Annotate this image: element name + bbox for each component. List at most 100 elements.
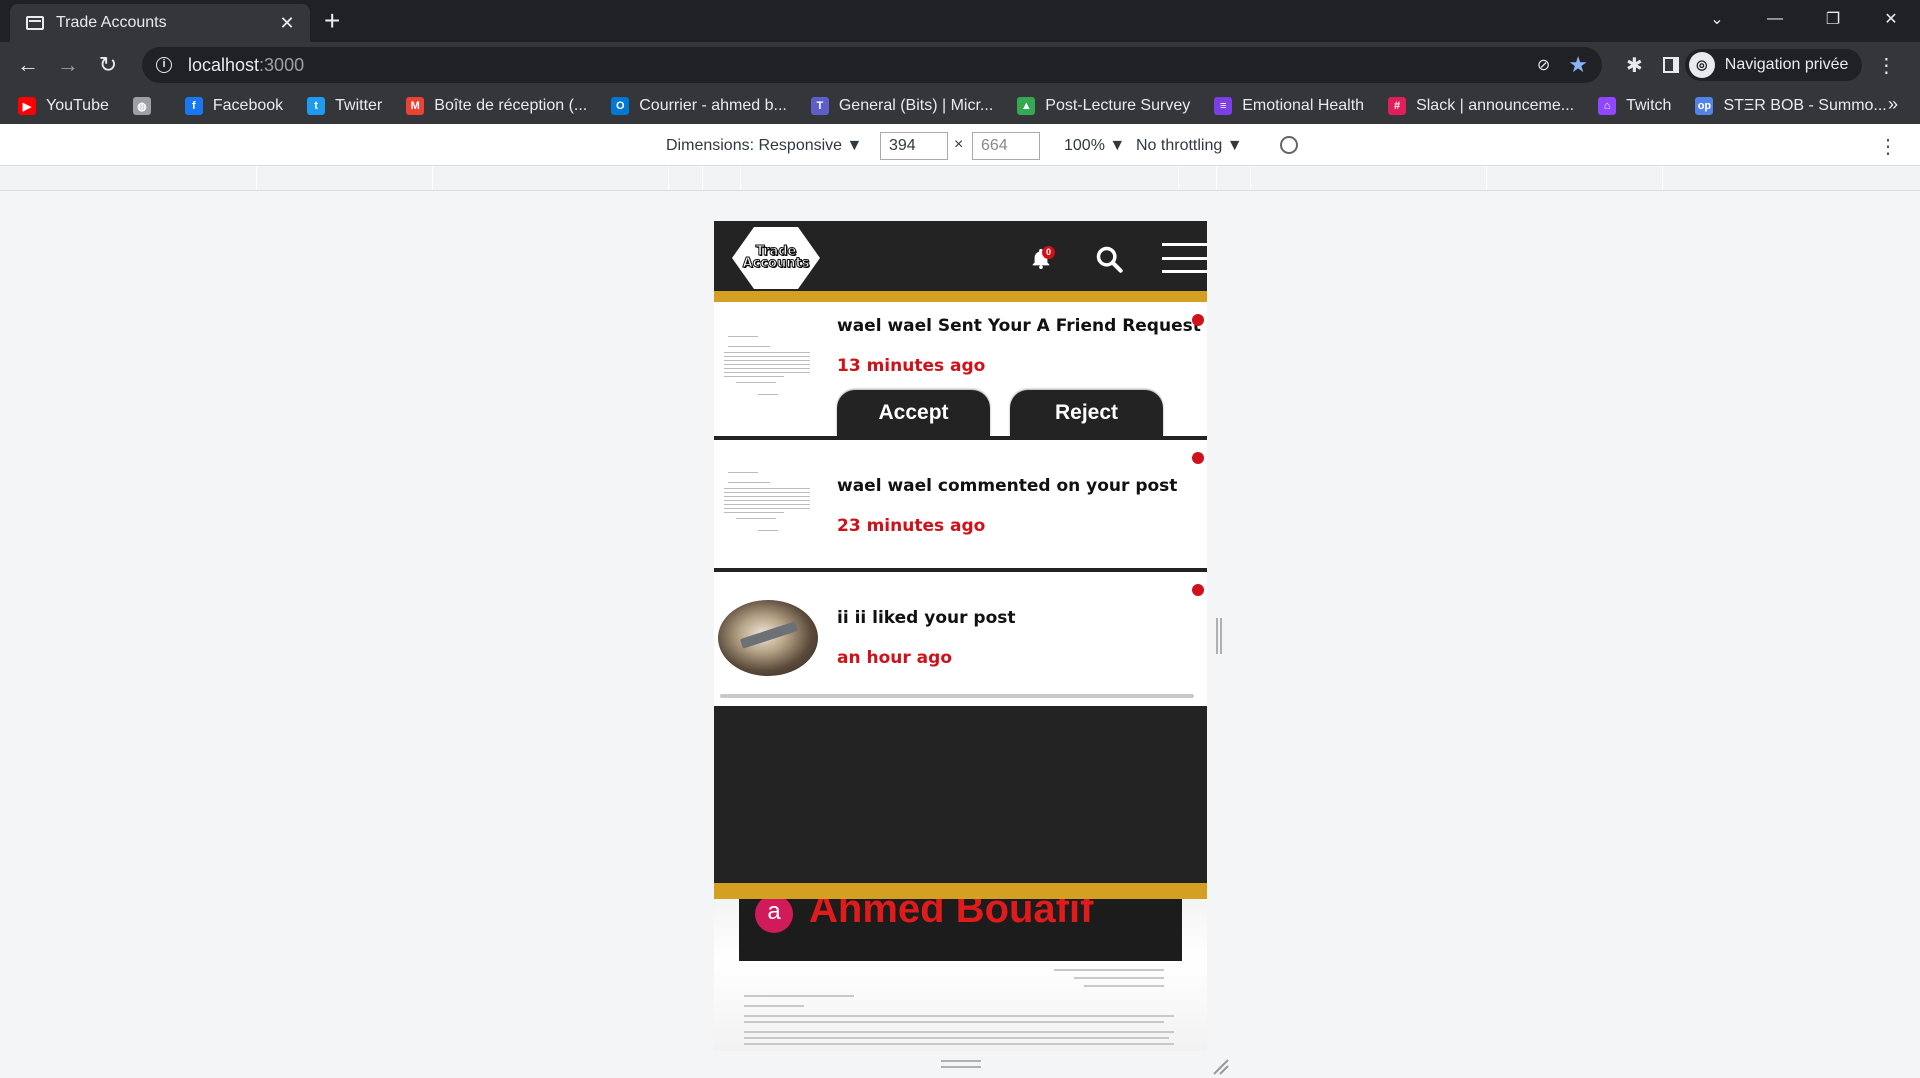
- rotate-icon[interactable]: [1276, 132, 1302, 158]
- bookmark-label: Post-Lecture Survey: [1045, 97, 1191, 114]
- bookmark-label: Boîte de réception (...: [434, 97, 588, 114]
- extensions-icon[interactable]: ✱: [1626, 53, 1643, 78]
- bookmark-label: Twitter: [335, 97, 383, 114]
- bookmark-youtube[interactable]: ▶ YouTube: [18, 97, 109, 115]
- bookmarks-bar: ▶ YouTube ◍ f Facebook t Twitter M Boîte de réce…: [0, 88, 1920, 124]
- close-tab-icon[interactable]: ✕: [276, 13, 298, 34]
- tab-title: Trade Accounts: [56, 14, 167, 31]
- bookmark-globe[interactable]: ◍: [132, 97, 161, 115]
- zoom-select[interactable]: 100% ▼: [1064, 137, 1125, 155]
- site-favicon-icon: [26, 16, 44, 30]
- reject-button[interactable]: Reject: [1010, 390, 1163, 436]
- bookmark-slack[interactable]: # Slack | announceme...: [1388, 97, 1574, 115]
- footer-accent-band: [714, 883, 1207, 899]
- search-icon[interactable]: [1095, 245, 1123, 273]
- reload-button[interactable]: ↻: [88, 45, 128, 85]
- logo-text: Trade Accounts: [742, 245, 810, 271]
- bookmark-label: Twitch: [1626, 97, 1672, 114]
- notification-thumbnail: [718, 328, 816, 400]
- url-port: :3000: [259, 54, 305, 75]
- bookmark-label: Emotional Health: [1242, 97, 1365, 114]
- new-tab-button[interactable]: +: [324, 6, 340, 36]
- tab-search-chevron-icon[interactable]: ⌄: [1688, 0, 1746, 38]
- notification-time: 13 minutes ago: [837, 356, 986, 376]
- dimension-separator: ×: [954, 136, 964, 153]
- browser-menu-icon[interactable]: ⋮: [1876, 53, 1896, 78]
- horizontal-scrollbar[interactable]: [720, 694, 1194, 698]
- post-preview-card[interactable]: a Ahmed Bouafif: [714, 899, 1207, 1051]
- unread-dot: [1192, 314, 1204, 326]
- hamburger-menu-icon[interactable]: [1162, 243, 1207, 273]
- logo-line-2: Accounts: [742, 256, 810, 271]
- device-toolbar: Dimensions: Responsive ▼ 394 × 664 100% …: [0, 124, 1920, 166]
- tracking-blocked-icon[interactable]: ⊘: [1537, 55, 1550, 75]
- facebook-icon: f: [184, 97, 203, 115]
- bookmark-outlook[interactable]: O Courrier - ahmed b...: [611, 97, 787, 115]
- viewport-height-input[interactable]: 664: [972, 132, 1040, 160]
- bookmark-twitter[interactable]: t Twitter: [307, 97, 382, 115]
- incognito-badge[interactable]: ◎ Navigation privée: [1684, 49, 1863, 81]
- site-info-icon[interactable]: i: [156, 57, 172, 73]
- slack-icon: #: [1388, 97, 1407, 115]
- site-logo[interactable]: Trade Accounts: [732, 227, 820, 289]
- back-button[interactable]: ←: [8, 45, 48, 85]
- site-header: Trade Accounts 0: [714, 221, 1207, 291]
- teams-icon: T: [810, 97, 829, 115]
- address-bar[interactable]: i localhost:3000 ⊘ ★: [142, 47, 1602, 83]
- viewport-resize-handle-bottom[interactable]: [941, 1060, 981, 1068]
- bookmark-star-icon[interactable]: ★: [1568, 52, 1588, 78]
- notification-message: wael wael Sent Your A Friend Request: [837, 316, 1201, 336]
- browser-toolbar: ← → ↻ i localhost:3000 ⊘ ★ ✱ ◎ Navigatio…: [0, 42, 1920, 88]
- notification-item[interactable]: wael wael commented on your post 23 minu…: [714, 440, 1207, 568]
- incognito-label: Navigation privée: [1724, 56, 1849, 73]
- dimensions-select[interactable]: Dimensions: Responsive ▼: [666, 137, 862, 155]
- forms-icon: ≡: [1214, 97, 1233, 115]
- bookmark-facebook[interactable]: f Facebook: [184, 97, 283, 115]
- throttling-select[interactable]: No throttling ▼: [1136, 137, 1243, 155]
- forward-button[interactable]: →: [48, 45, 88, 85]
- restore-button[interactable]: ❐: [1804, 0, 1862, 38]
- notification-count-badge: 0: [1042, 246, 1055, 259]
- browser-tab[interactable]: Trade Accounts ✕: [10, 4, 310, 42]
- bookmark-label: YouTube: [46, 97, 109, 114]
- window-controls: ⌄ — ❐ ✕: [1688, 0, 1920, 38]
- notification-item[interactable]: wael wael Sent Your A Friend Request 13 …: [714, 302, 1207, 436]
- preview-header: a Ahmed Bouafif: [739, 899, 1182, 961]
- incognito-icon: ◎: [1688, 52, 1715, 78]
- header-accent-band: [714, 291, 1207, 302]
- unread-dot: [1192, 584, 1204, 596]
- bookmark-gmail[interactable]: M Boîte de réception (...: [406, 97, 587, 115]
- minimize-button[interactable]: —: [1746, 0, 1804, 38]
- youtube-icon: ▶: [18, 97, 36, 115]
- opgg-icon: op: [1695, 97, 1714, 115]
- bookmark-twitch[interactable]: ⌂ Twitch: [1598, 97, 1671, 115]
- close-window-button[interactable]: ✕: [1862, 0, 1920, 38]
- bookmark-teams[interactable]: T General (Bits) | Micr...: [810, 97, 994, 115]
- bookmark-forms[interactable]: ≡ Emotional Health: [1214, 97, 1364, 115]
- accept-button[interactable]: Accept: [837, 390, 990, 436]
- notification-time: 23 minutes ago: [837, 516, 986, 536]
- emulated-viewport: Trade Accounts 0 wael wael Sent Your A F…: [714, 221, 1207, 1051]
- outlook-icon: O: [611, 97, 630, 115]
- bookmark-opgg[interactable]: op STΞR BOB - Summo...: [1695, 97, 1887, 115]
- media-query-ruler[interactable]: [0, 167, 1920, 191]
- notification-item[interactable]: ii ii liked your post an hour ago: [714, 572, 1207, 702]
- tab-strip: Trade Accounts ✕ + ⌄ — ❐ ✕: [0, 0, 1920, 42]
- viewport-resize-corner-icon[interactable]: [1210, 1056, 1230, 1076]
- bookmark-label: General (Bits) | Micr...: [838, 97, 994, 114]
- device-menu-icon[interactable]: ⋮: [1878, 134, 1898, 159]
- bookmark-drive[interactable]: ▲ Post-Lecture Survey: [1017, 97, 1190, 115]
- notification-thumbnail: [718, 600, 818, 676]
- viewport-resize-handle-right[interactable]: [1216, 618, 1222, 654]
- twitter-icon: t: [307, 97, 326, 115]
- dark-footer-section: [714, 706, 1207, 886]
- viewport-width-input[interactable]: 394: [880, 132, 948, 160]
- side-panel-icon[interactable]: [1662, 57, 1679, 73]
- notification-thumbnail: [718, 464, 816, 536]
- notification-message: wael wael commented on your post: [837, 476, 1178, 496]
- preview-author-name: Ahmed Bouafif: [809, 899, 1094, 931]
- avatar: a: [755, 899, 793, 933]
- unread-dot: [1192, 452, 1204, 464]
- bookmark-label: Slack | announceme...: [1416, 97, 1575, 114]
- more-bookmarks-icon[interactable]: »: [1888, 94, 1898, 115]
